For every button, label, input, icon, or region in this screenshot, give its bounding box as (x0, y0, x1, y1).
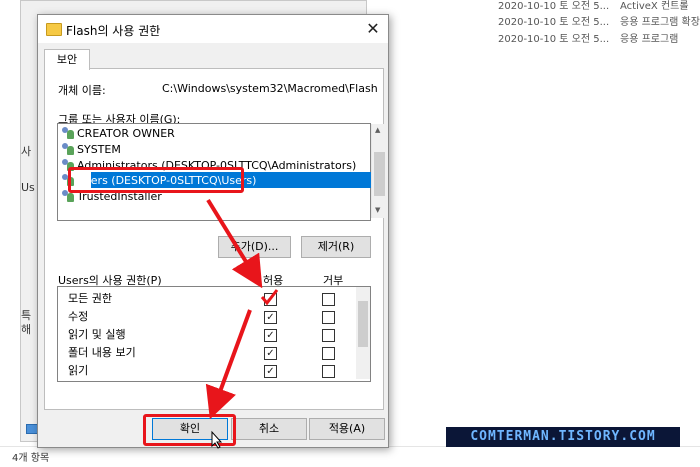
dialog-title: Flash의 사용 권한 (66, 24, 161, 38)
add-button[interactable]: 추가(D)... (218, 236, 291, 258)
file-type: ActiveX 컨트롤 (620, 1, 689, 12)
title-bar[interactable]: Flash의 사용 권한 ✕ (38, 15, 388, 43)
deny-checkbox[interactable] (322, 311, 335, 324)
deny-checkbox[interactable] (322, 329, 335, 342)
allow-checkbox[interactable]: ✓ (264, 329, 277, 342)
permission-row: 모든 권한 (68, 292, 112, 305)
highlight-box-ok (143, 414, 236, 446)
permissions-dialog: Flash의 사용 권한 ✕ 보안 개체 이름: C:\Windows\syst… (37, 14, 389, 448)
file-type: 응용 프로그램 (620, 34, 679, 45)
file-date: 2020-10-10 토 오전 5... (498, 34, 610, 45)
scroll-up-icon[interactable]: ▲ (375, 126, 380, 134)
apply-button[interactable]: 적용(A) (309, 418, 385, 440)
bg-left-label: 해 (21, 323, 32, 336)
deny-checkbox[interactable] (322, 347, 335, 360)
allow-checkbox[interactable]: ✓ (264, 293, 277, 306)
bg-left-label: 사 (21, 145, 32, 158)
object-name-value: C:\Windows\system32\Macromed\Flash (162, 82, 378, 95)
scroll-thumb[interactable] (374, 152, 385, 196)
file-row[interactable]: 2020-10-10 토 오전 5... ActiveX 컨트롤 (498, 0, 689, 12)
file-row[interactable]: 2020-10-10 토 오전 5... 응용 프로그램 (498, 30, 678, 45)
list-item[interactable]: SYSTEM (62, 142, 121, 158)
allow-checkbox[interactable]: ✓ (264, 365, 277, 378)
permission-row: 폴더 내용 보기 (68, 346, 136, 359)
cancel-button[interactable]: 취소 (231, 418, 307, 440)
object-name-label: 개체 이름: (58, 84, 106, 97)
status-item-count: 4개 항목 (12, 453, 50, 464)
bg-left-label: Us (21, 181, 35, 194)
file-type: 응용 프로그램 확장 (620, 17, 700, 28)
list-item[interactable]: CREATOR OWNER (62, 126, 175, 142)
file-row[interactable]: 2020-10-10 토 오전 5... 응용 프로그램 확장 (498, 13, 700, 28)
user-group-icon (62, 143, 74, 155)
status-bar (0, 446, 700, 467)
folder-icon (46, 23, 62, 36)
user-group-icon (62, 127, 74, 139)
allow-checkbox[interactable]: ✓ (264, 347, 277, 360)
permission-row: 읽기 및 실행 (68, 328, 126, 341)
scroll-down-icon[interactable]: ▼ (375, 206, 380, 214)
allow-checkbox[interactable]: ✓ (264, 311, 277, 324)
permissions-table: 모든 권한 수정 읽기 및 실행 폴더 내용 보기 읽기 ✓ ✓ ✓ ✓ ✓ (57, 286, 371, 382)
permissions-scrollbar[interactable] (356, 287, 370, 379)
deny-checkbox[interactable] (322, 293, 335, 306)
highlight-box-users (68, 167, 244, 193)
permission-row: 읽기 (68, 364, 89, 377)
file-date: 2020-10-10 토 오전 5... (498, 1, 610, 12)
user-list-scrollbar[interactable]: ▲ ▼ (371, 124, 388, 218)
close-icon[interactable]: ✕ (360, 17, 386, 41)
remove-button[interactable]: 제거(R) (301, 236, 371, 258)
tab-security[interactable]: 보안 (44, 49, 90, 70)
permission-row: 수정 (68, 310, 89, 323)
watermark: COMTERMAN.TISTORY.COM (446, 427, 680, 447)
file-date: 2020-10-10 토 오전 5... (498, 17, 610, 28)
deny-checkbox[interactable] (322, 365, 335, 378)
scroll-thumb[interactable] (358, 301, 368, 347)
